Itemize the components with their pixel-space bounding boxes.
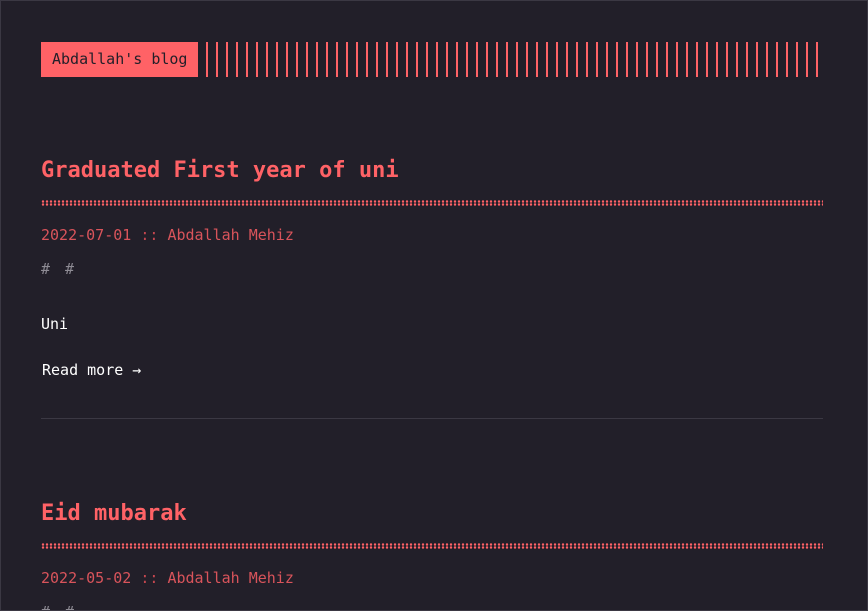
post-meta: 2022-05-02 :: Abdallah Mehiz <box>41 568 823 588</box>
post-divider <box>41 418 823 419</box>
meta-separator: :: <box>140 226 159 244</box>
post-date: 2022-05-02 <box>41 569 132 587</box>
title-dotted-underline <box>41 200 823 206</box>
post-date: 2022-07-01 <box>41 226 132 244</box>
read-more-link[interactable]: Read more → <box>41 360 142 380</box>
logo-bars-decoration <box>206 42 823 77</box>
site-logo-link[interactable]: Abdallah's blog <box>41 42 199 77</box>
post-title-link[interactable]: Eid mubarak <box>41 499 823 529</box>
post-title-link[interactable]: Graduated First year of uni <box>41 156 823 186</box>
post-tags[interactable]: # # <box>41 259 823 279</box>
meta-separator: :: <box>140 569 159 587</box>
site-header: Abdallah's blog <box>41 42 823 77</box>
post-author: Abdallah Mehiz <box>167 226 294 244</box>
title-dotted-underline <box>41 543 823 549</box>
post-author: Abdallah Mehiz <box>167 569 294 587</box>
page: Abdallah's blog Graduated First year of … <box>0 0 868 611</box>
post-1: Graduated First year of uni 2022-07-01 :… <box>41 156 823 380</box>
post-2: Eid mubarak 2022-05-02 :: Abdallah Mehiz… <box>41 499 823 610</box>
post-meta: 2022-07-01 :: Abdallah Mehiz <box>41 225 823 245</box>
post-tags[interactable]: # # <box>41 602 823 610</box>
post-summary: Uni <box>41 315 69 333</box>
